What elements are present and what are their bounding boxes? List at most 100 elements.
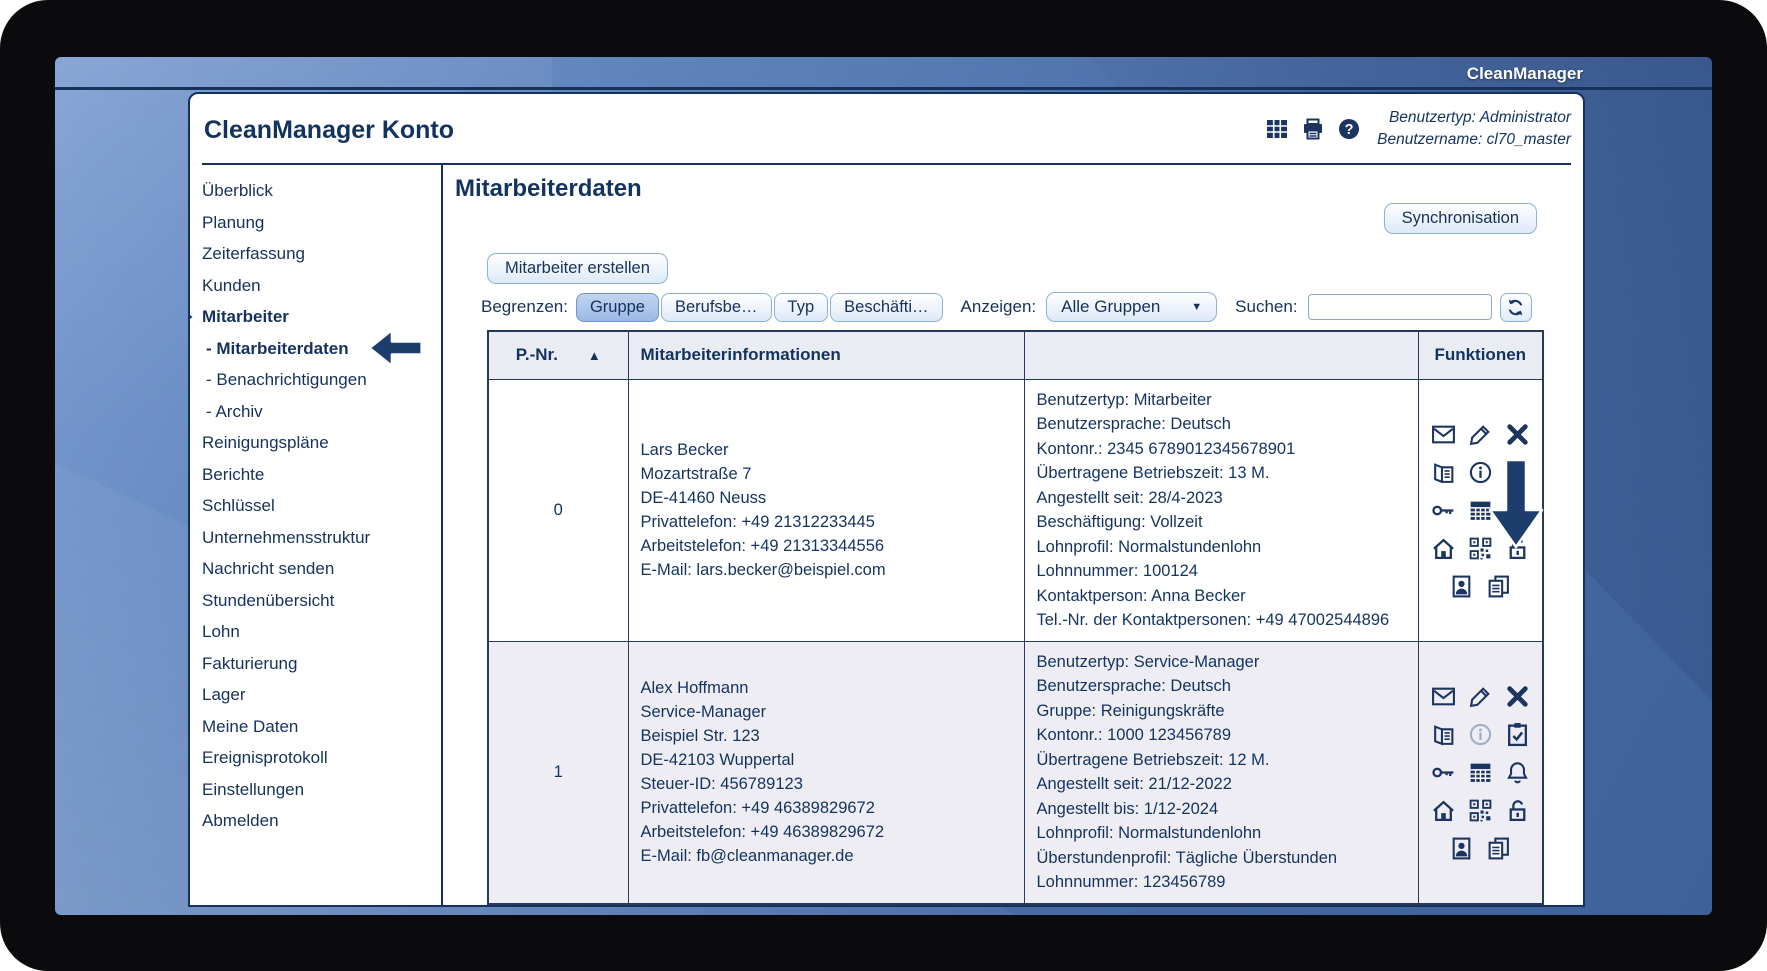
- refresh-button[interactable]: [1499, 292, 1532, 322]
- info-line: Arbeitstelefon: +49 46389829672: [640, 823, 885, 841]
- sidebar-item-label: - Mitarbeiterdaten: [206, 338, 349, 358]
- info-icon[interactable]: [1468, 460, 1493, 485]
- key-icon[interactable]: [1431, 760, 1456, 785]
- info-line: Alex Hoffmann: [640, 679, 749, 697]
- sidebar-item-ereignisprotokoll[interactable]: Ereignisprotokoll: [202, 742, 441, 774]
- house-icon[interactable]: [1431, 536, 1456, 561]
- sidebar-item-lager[interactable]: Lager: [202, 679, 441, 711]
- sidebar-item-mitarbeiterdaten[interactable]: - Mitarbeiterdaten: [202, 328, 441, 368]
- lock-open-icon[interactable]: [1505, 536, 1530, 561]
- sidebar-nav: Überblick Planung Zeiterfassung Kunden Mitar…: [190, 165, 443, 905]
- bell-icon[interactable]: [1505, 760, 1530, 785]
- column-header-pnr[interactable]: P.-Nr. ▲: [487, 330, 629, 380]
- detail-line: Angestellt seit: 21/12-2022: [1036, 775, 1232, 793]
- employee-table: P.-Nr. ▲ Mitarbeiterinformationen Funkti…: [487, 330, 1544, 905]
- sidebar-item-label: Einstellungen: [202, 779, 305, 799]
- info-line: Privattelefon: +49 46389829672: [640, 799, 875, 817]
- column-header-functions: Funktionen: [1417, 330, 1544, 380]
- documents-icon[interactable]: [1486, 574, 1511, 599]
- employee-details-cell: Benutzertyp: Mitarbeiter Benutzersprache:…: [1023, 378, 1419, 642]
- sidebar-item-label: Nachricht senden: [202, 559, 335, 578]
- portrait-icon[interactable]: [1449, 836, 1474, 861]
- sidebar-item-label: Lager: [202, 685, 246, 704]
- filter-button-gruppe[interactable]: Gruppe: [575, 292, 659, 322]
- house-icon[interactable]: [1431, 798, 1456, 823]
- close-icon[interactable]: [1505, 422, 1530, 447]
- table-grid-icon[interactable]: [1265, 117, 1289, 141]
- sidebar-item-label: Unternehmensstruktur: [202, 527, 371, 547]
- printer-icon[interactable]: [1301, 117, 1325, 141]
- group-dropdown[interactable]: Alle Gruppen ▼: [1046, 292, 1218, 322]
- sidebar-item-überblick[interactable]: Überblick: [202, 175, 441, 207]
- sidebar-item-einstellungen[interactable]: Einstellungen: [202, 774, 441, 806]
- calendar-icon[interactable]: [1468, 498, 1493, 523]
- qr-code-icon[interactable]: [1468, 798, 1493, 823]
- brand-logo-text: CleanManager: [1466, 64, 1583, 83]
- lock-open-icon[interactable]: [1505, 798, 1530, 823]
- portrait-icon[interactable]: [1449, 574, 1474, 599]
- detail-line: Lohnnummer: 100124: [1036, 562, 1198, 580]
- sidebar-item-label: Ereignisprotokoll: [202, 748, 328, 767]
- pnr-cell: 1: [487, 640, 629, 904]
- sidebar-item-lohn[interactable]: Lohn: [202, 616, 441, 648]
- sidebar-item-fakturierung[interactable]: Fakturierung: [202, 648, 441, 680]
- search-input[interactable]: [1307, 294, 1492, 320]
- filter-button-berufsbe[interactable]: Berufsbe…: [661, 292, 772, 322]
- sidebar-item-stundenübersicht[interactable]: Stundenübersicht: [202, 585, 441, 617]
- pencil-icon[interactable]: [1468, 684, 1493, 709]
- function-icon-row: [1431, 722, 1530, 747]
- pnr-cell: 0: [487, 378, 629, 642]
- key-icon[interactable]: [1431, 498, 1456, 523]
- help-icon[interactable]: ?: [1337, 117, 1361, 141]
- sidebar-item-zeiterfassung[interactable]: Zeiterfassung: [202, 238, 441, 270]
- qr-code-icon[interactable]: [1468, 536, 1493, 561]
- sort-ascending-icon[interactable]: ▲: [588, 348, 601, 363]
- function-icon-row: [1449, 836, 1511, 861]
- sidebar-item-abmelden[interactable]: Abmelden: [202, 805, 441, 837]
- ledger-icon[interactable]: [1431, 722, 1456, 747]
- header-right-group: ? Benutzertyp: Administrator Benutzernam…: [1265, 107, 1571, 150]
- sidebar-item-benachrichtigungen[interactable]: - Benachrichtigungen: [202, 364, 441, 396]
- sidebar-item-label: Lohn: [202, 622, 240, 641]
- sidebar-item-kunden[interactable]: Kunden: [202, 270, 441, 302]
- clipboard-check-icon[interactable]: [1505, 722, 1530, 747]
- sidebar-item-berichte[interactable]: Berichte: [202, 459, 441, 491]
- create-employee-button[interactable]: Mitarbeiter erstellen: [487, 253, 668, 284]
- pencil-icon[interactable]: [1468, 422, 1493, 447]
- column-header-info: Mitarbeiterinformationen: [627, 330, 1025, 380]
- detail-line: Überstundenprofil: Tägliche Überstunden: [1036, 848, 1338, 867]
- envelope-icon[interactable]: [1431, 684, 1456, 709]
- filter-button-beschäfti[interactable]: Beschäfti…: [830, 292, 943, 322]
- sidebar-item-schlüssel[interactable]: Schlüssel: [202, 490, 441, 522]
- close-icon[interactable]: [1505, 684, 1530, 709]
- sidebar-item-label: Stundenübersicht: [202, 590, 335, 610]
- header-icon-group: ?: [1265, 117, 1361, 141]
- sidebar-item-reinigungspläne[interactable]: Reinigungspläne: [202, 427, 441, 459]
- documents-icon[interactable]: [1486, 836, 1511, 861]
- detail-line: Lohnprofil: Normalstundenlohn: [1036, 824, 1262, 842]
- device-frame: CleanManager CleanManager Konto ? Benutz…: [0, 0, 1767, 971]
- clipboard-check-icon[interactable]: [1505, 460, 1530, 485]
- sidebar-item-archiv[interactable]: - Archiv: [202, 396, 441, 428]
- chevron-down-icon: ▼: [1191, 301, 1203, 313]
- sidebar-item-nachricht-senden[interactable]: Nachricht senden: [202, 553, 441, 585]
- calendar-icon[interactable]: [1468, 760, 1493, 785]
- ledger-icon[interactable]: [1431, 460, 1456, 485]
- sidebar-item-unternehmensstruktur[interactable]: Unternehmensstruktur: [202, 522, 441, 554]
- function-icon-row: [1431, 460, 1530, 485]
- info-line: Steuer-ID: 456789123: [640, 775, 803, 793]
- sidebar-item-label: Reinigungspläne: [202, 433, 329, 452]
- detail-line: Kontaktperson: Anna Becker: [1036, 586, 1246, 605]
- column-header-details: [1023, 330, 1419, 380]
- sidebar-item-planung[interactable]: Planung: [202, 207, 441, 239]
- sidebar-item-meine-daten[interactable]: Meine Daten: [202, 711, 441, 743]
- filter-button-typ[interactable]: Typ: [773, 292, 829, 322]
- synchronisation-button[interactable]: Synchronisation: [1383, 203, 1537, 234]
- page-title: Mitarbeiterdaten: [455, 175, 642, 202]
- sidebar-item-mitarbeiter[interactable]: Mitarbeiter: [190, 301, 441, 333]
- envelope-icon[interactable]: [1431, 422, 1456, 447]
- detail-line: Übertragene Betriebszeit: 13 M.: [1036, 464, 1270, 482]
- screenshot-canvas: CleanManager CleanManager Konto ? Benutz…: [0, 0, 1767, 971]
- detail-line: Tel.-Nr. der Kontaktpersonen: +49 470025…: [1036, 611, 1390, 629]
- sidebar-item-label: Mitarbeiter: [202, 307, 289, 326]
